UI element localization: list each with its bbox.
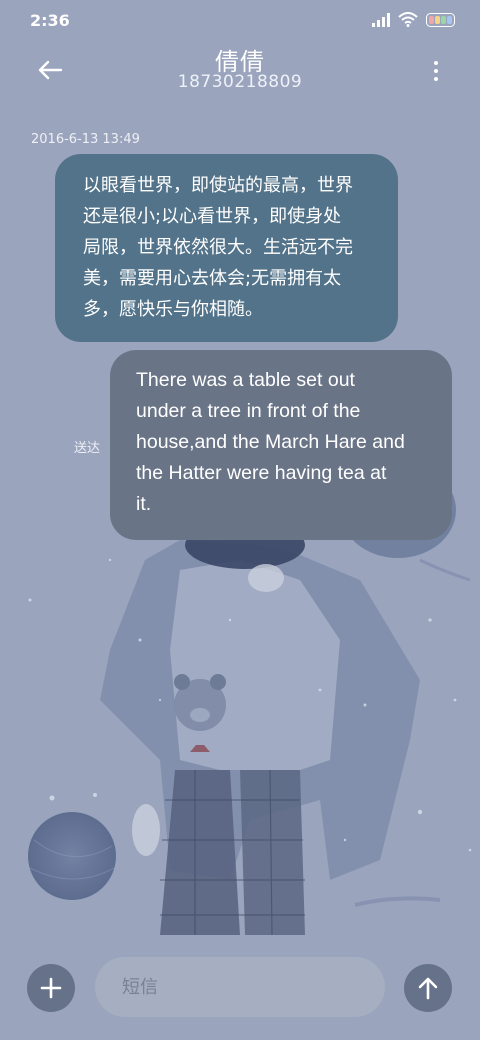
- status-time: 2:36: [30, 11, 70, 30]
- delivery-status: 送达: [74, 441, 101, 456]
- arrow-up-icon: [418, 977, 438, 1000]
- sms-input[interactable]: [95, 957, 385, 1017]
- message-line: it.: [136, 493, 152, 515]
- status-icons: [372, 12, 456, 27]
- message-line: There was a table set out: [136, 369, 355, 391]
- sent-message-bubble[interactable]: There was a table set out under a tree i…: [110, 350, 452, 540]
- battery-icon: [426, 12, 455, 27]
- more-options-button[interactable]: [428, 58, 444, 84]
- more-vertical-icon: [434, 61, 438, 65]
- signal-icon: [372, 12, 390, 27]
- message-timestamp: 2016-6-13 13:49: [31, 132, 140, 147]
- message-line: 还是很小;以心看世界，即使身处: [83, 206, 342, 227]
- conversation-header: 倩倩 18730218809: [0, 42, 480, 106]
- contact-number: 18730218809: [177, 72, 303, 92]
- add-attachment-button[interactable]: [27, 964, 75, 1012]
- send-button[interactable]: [404, 964, 452, 1012]
- wifi-icon: [398, 12, 418, 27]
- message-line: under a tree in front of the: [136, 400, 361, 422]
- message-line: 多，愿快乐与你相随。: [83, 299, 263, 320]
- status-bar: 2:36: [0, 0, 480, 42]
- message-line: 局限，世界依然很大。生活远不完: [83, 237, 353, 258]
- received-message-bubble[interactable]: 以眼看世界，即使站的最高，世界 还是很小;以心看世界，即使身处 局限，世界依然很…: [55, 154, 398, 342]
- plus-icon: [40, 977, 62, 999]
- message-line: 美，需要用心去体会;无需拥有太: [83, 268, 342, 289]
- message-line: house,and the March Hare and: [136, 431, 405, 453]
- message-line: the Hatter were having tea at: [136, 462, 387, 484]
- message-line: 以眼看世界，即使站的最高，世界: [83, 175, 353, 196]
